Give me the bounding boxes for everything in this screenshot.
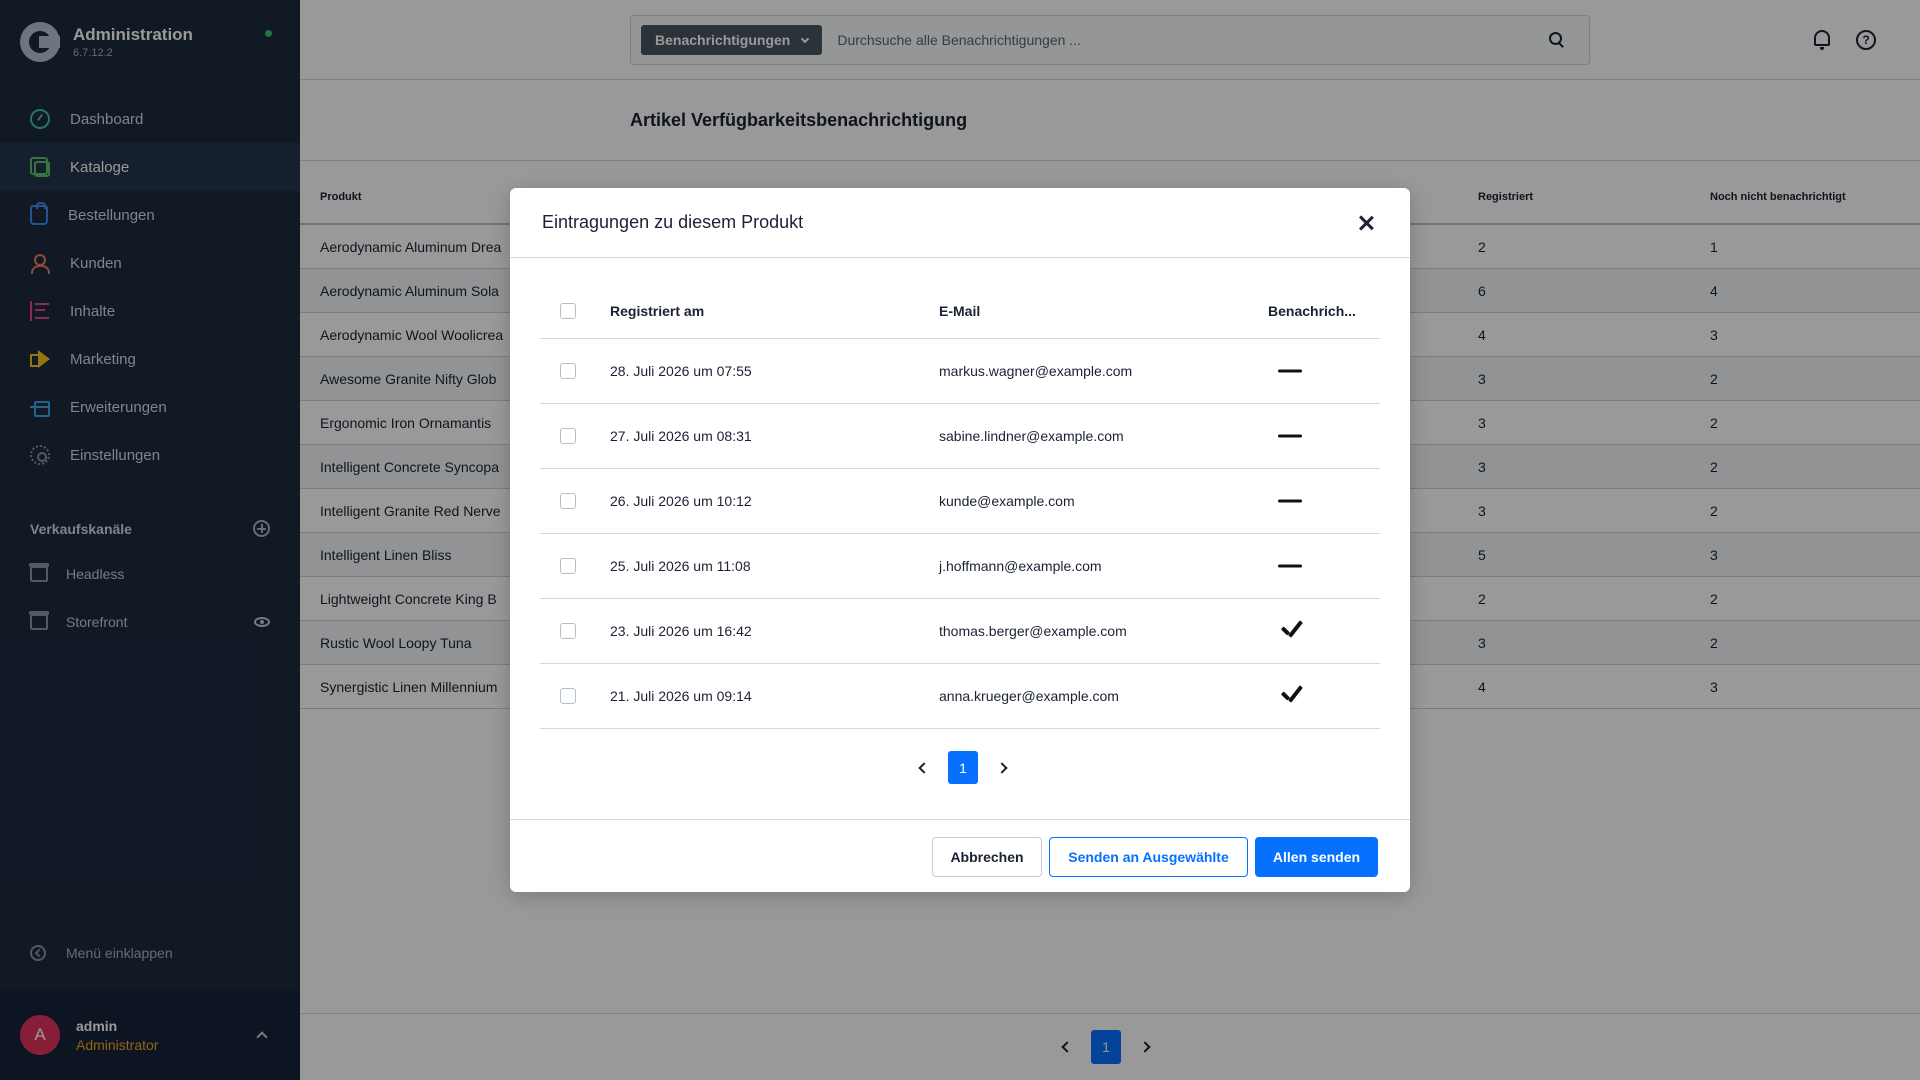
dash-icon xyxy=(1278,499,1302,503)
email: markus.wagner@example.com xyxy=(939,363,1133,379)
row-checkbox[interactable] xyxy=(560,558,576,574)
registered-date: 27. Juli 2026 um 08:31 xyxy=(610,428,752,444)
modal-header: Eintragungen zu diesem Produkt xyxy=(510,188,1410,258)
email: anna.krueger@example.com xyxy=(939,688,1119,704)
column-header-date[interactable]: Registriert am xyxy=(610,303,704,319)
table-row[interactable]: 25. Juli 2026 um 11:08 j.hoffmann@exampl… xyxy=(540,534,1380,599)
registrations-table: Registriert am E-Mail Benachrich... 28. … xyxy=(540,283,1380,729)
registered-date: 23. Juli 2026 um 16:42 xyxy=(610,623,752,639)
send-all-button[interactable]: Allen senden xyxy=(1255,837,1378,877)
table-row[interactable]: 26. Juli 2026 um 10:12 kunde@example.com xyxy=(540,469,1380,534)
close-icon[interactable] xyxy=(1358,215,1374,231)
chevron-left-icon[interactable] xyxy=(918,761,930,774)
row-checkbox[interactable] xyxy=(560,493,576,509)
email: sabine.lindner@example.com xyxy=(939,428,1124,444)
row-checkbox[interactable] xyxy=(560,688,576,704)
column-header-notified[interactable]: Benachrich... xyxy=(1268,303,1356,319)
email: kunde@example.com xyxy=(939,493,1075,509)
registrations-modal: Eintragungen zu diesem Produkt Registrie… xyxy=(510,188,1410,892)
table-row[interactable]: 21. Juli 2026 um 09:14 anna.krueger@exam… xyxy=(540,664,1380,729)
row-checkbox[interactable] xyxy=(560,428,576,444)
send-selected-button[interactable]: Senden an Ausgewählte xyxy=(1049,837,1248,877)
row-checkbox[interactable] xyxy=(560,623,576,639)
table-row[interactable]: 28. Juli 2026 um 07:55 markus.wagner@exa… xyxy=(540,339,1380,404)
dash-icon xyxy=(1278,369,1302,373)
registered-date: 28. Juli 2026 um 07:55 xyxy=(610,363,752,379)
cancel-button[interactable]: Abbrechen xyxy=(932,837,1042,877)
dash-icon xyxy=(1278,564,1302,568)
modal-footer: Abbrechen Senden an Ausgewählte Allen se… xyxy=(510,819,1410,892)
checkmark-icon xyxy=(1280,685,1302,707)
dash-icon xyxy=(1278,434,1302,438)
chevron-right-icon[interactable] xyxy=(996,761,1008,774)
modal-title: Eintragungen zu diesem Produkt xyxy=(542,212,804,232)
checkmark-icon xyxy=(1280,620,1302,642)
column-header-email[interactable]: E-Mail xyxy=(939,303,980,319)
email: j.hoffmann@example.com xyxy=(939,558,1102,574)
registered-date: 26. Juli 2026 um 10:12 xyxy=(610,493,752,509)
table-row[interactable]: 27. Juli 2026 um 08:31 sabine.lindner@ex… xyxy=(540,404,1380,469)
registered-date: 25. Juli 2026 um 11:08 xyxy=(610,558,751,574)
table-header: Registriert am E-Mail Benachrich... xyxy=(540,283,1380,339)
table-row[interactable]: 23. Juli 2026 um 16:42 thomas.berger@exa… xyxy=(540,599,1380,664)
email: thomas.berger@example.com xyxy=(939,623,1127,639)
page-number-button[interactable]: 1 xyxy=(948,751,978,784)
row-checkbox[interactable] xyxy=(560,363,576,379)
registered-date: 21. Juli 2026 um 09:14 xyxy=(610,688,752,704)
modal-pagination: 1 xyxy=(918,751,1008,784)
select-all-checkbox[interactable] xyxy=(560,302,576,319)
